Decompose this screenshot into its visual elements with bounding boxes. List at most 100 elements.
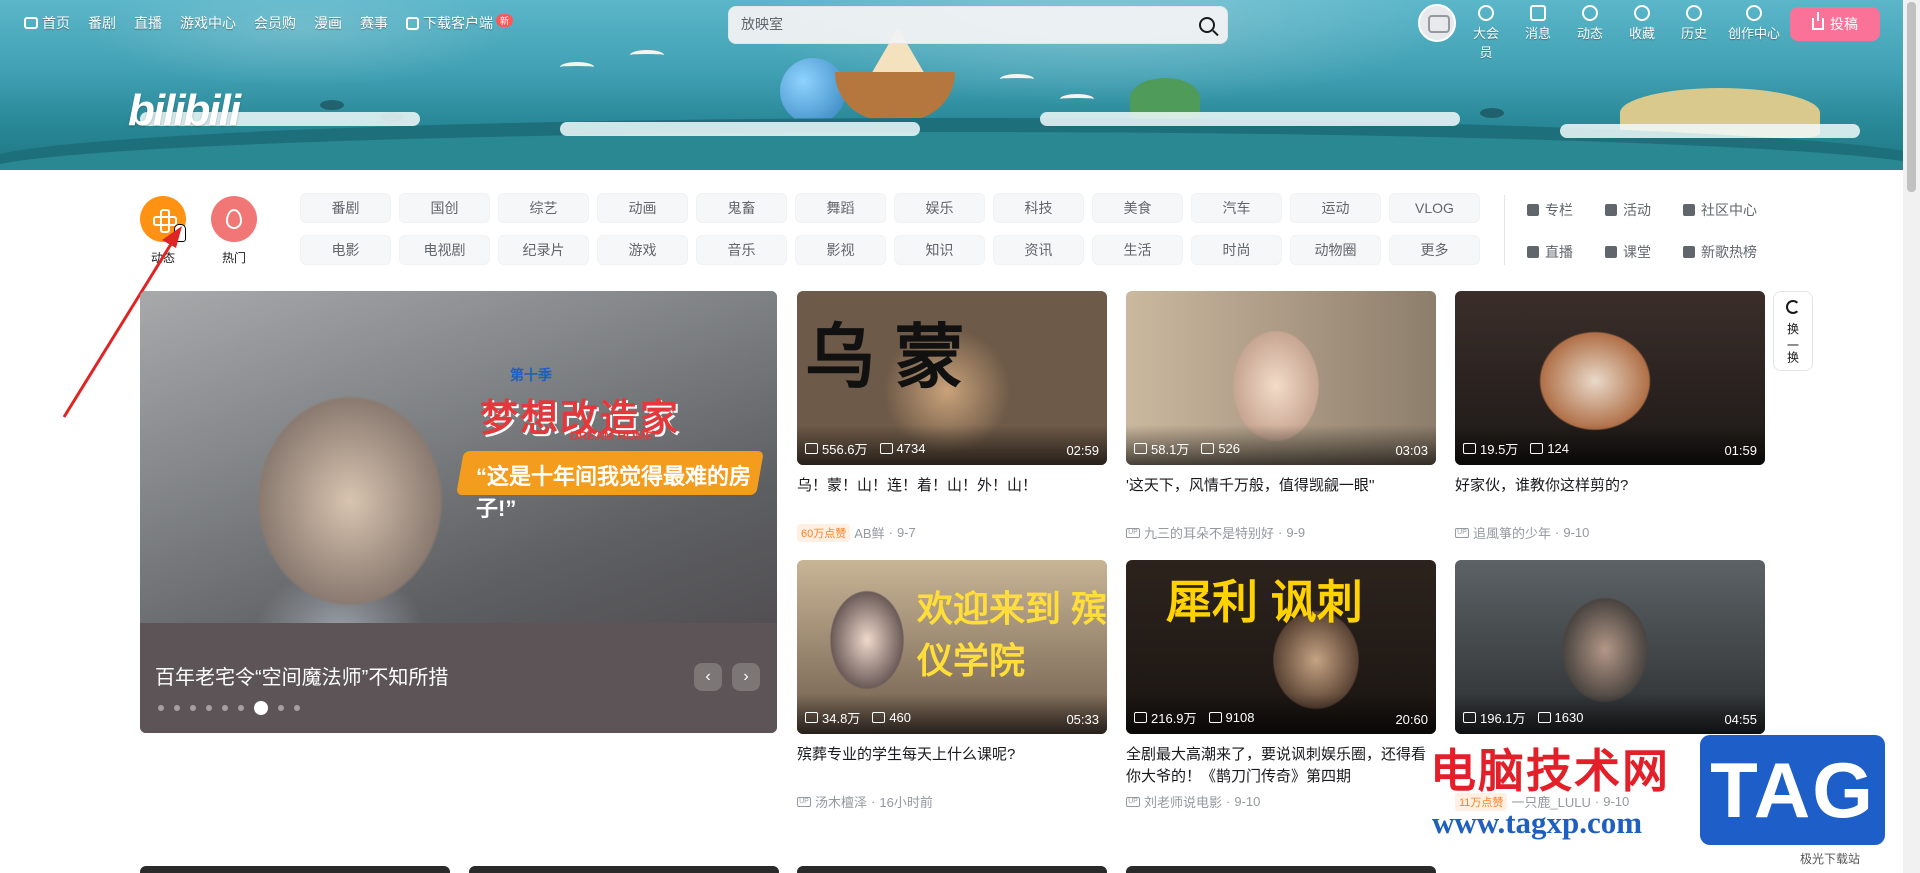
refresh-button[interactable]: 换 一换 <box>1773 291 1813 371</box>
author-name[interactable]: AB鲜 <box>854 523 884 542</box>
scrollbar-thumb[interactable] <box>1907 2 1916 192</box>
channel-chip[interactable]: 科技 <box>993 193 1084 223</box>
nav-game-center[interactable]: 游戏中心 <box>180 13 236 33</box>
author-name[interactable]: 刘老师说电影 <box>1144 792 1222 811</box>
carousel-next-button[interactable]: › <box>732 663 760 691</box>
fish-icon <box>1480 108 1504 118</box>
search-icon[interactable] <box>1199 17 1215 33</box>
video-card-stub <box>1126 866 1436 873</box>
video-title[interactable]: 殡葬专业的学生每天上什么课呢? <box>797 744 1107 788</box>
channel-chip[interactable]: 游戏 <box>597 235 688 265</box>
channel-chip[interactable]: 音乐 <box>696 235 787 265</box>
nav-message[interactable]: 消息 <box>1520 5 1556 61</box>
author-name[interactable]: 九三的耳朵不是特别好 <box>1144 523 1274 542</box>
channel-chip[interactable]: 鬼畜 <box>696 193 787 223</box>
video-title[interactable]: 乌！蒙！山！连！着！山！外！山！ <box>797 475 1107 519</box>
channel-more-button[interactable]: 更多 <box>1389 235 1480 265</box>
carousel-dot[interactable] <box>174 705 180 711</box>
video-card[interactable]: 欢迎来到 殡仪学院 34.8万 460 05:33 殡葬专业的学生每天上什么课呢… <box>797 560 1107 811</box>
link-classroom[interactable]: 课堂 <box>1605 242 1683 262</box>
channel-chip[interactable]: 电影 <box>300 235 391 265</box>
carousel-dot[interactable] <box>206 705 212 711</box>
channel-chip[interactable]: 影视 <box>795 235 886 265</box>
search-input[interactable] <box>741 16 1161 32</box>
banner-carousel[interactable]: 第十季 梦想改造家 DREAM HOME “这是十年间我觉得最难的房子!” 百年… <box>140 291 777 733</box>
nav-history[interactable]: 历史 <box>1676 5 1712 61</box>
channel-chip[interactable]: 知识 <box>894 235 985 265</box>
channel-chip[interactable]: 资讯 <box>993 235 1084 265</box>
carousel-caption[interactable]: 百年老宅令“空间魔法师”不知所措 <box>155 661 448 690</box>
carousel-dot[interactable] <box>158 705 164 711</box>
carousel-dot[interactable] <box>222 705 228 711</box>
channel-chip[interactable]: 动物圈 <box>1290 235 1381 265</box>
bird-icon <box>1000 74 1034 84</box>
carousel-dot[interactable] <box>238 705 244 711</box>
video-card[interactable]: 乌 蒙 556.6万 4734 02:59 乌！蒙！山！连！着！山！外！山！ 6… <box>797 291 1107 542</box>
hot-button[interactable] <box>211 196 257 242</box>
channel-chip[interactable]: 生活 <box>1092 235 1183 265</box>
video-duration: 03:03 <box>1395 443 1428 458</box>
nav-download-client[interactable]: 下载客户端新 <box>406 13 514 33</box>
nav-match[interactable]: 赛事 <box>360 13 388 33</box>
video-card[interactable]: 19.5万 124 01:59 好家伙，谁教你这样剪的? UP 追風箏的少年 ·… <box>1455 291 1765 542</box>
nav-live[interactable]: 直播 <box>134 13 162 33</box>
nav-home[interactable]: 首页 <box>24 13 70 33</box>
nav-vip[interactable]: 大会员 <box>1468 5 1504 61</box>
nav-creator-center[interactable]: 创作中心 <box>1728 5 1780 61</box>
video-thumbnail[interactable]: 犀利 讽刺 216.9万 9108 20:60 <box>1126 560 1436 734</box>
video-thumbnail[interactable]: 19.5万 124 01:59 <box>1455 291 1765 465</box>
video-thumbnail[interactable]: 196.1万 1630 04:55 <box>1455 560 1765 734</box>
author-name[interactable]: 汤木檀泽 <box>815 792 867 811</box>
channel-chip[interactable]: 纪录片 <box>498 235 589 265</box>
danmaku-count: 4734 <box>896 441 926 456</box>
channel-chip[interactable]: VLOG <box>1389 193 1480 223</box>
link-activity[interactable]: 活动 <box>1605 200 1683 220</box>
channel-chip[interactable]: 娱乐 <box>894 193 985 223</box>
channel-chip[interactable]: 汽车 <box>1191 193 1282 223</box>
video-card[interactable]: 58.1万 526 03:03 '这天下，风情千万般，值得觊觎一眼'' UP 九… <box>1126 291 1436 542</box>
page-scrollbar[interactable] <box>1903 0 1920 873</box>
channel-chip[interactable]: 国创 <box>399 193 490 223</box>
video-thumbnail[interactable]: 欢迎来到 殡仪学院 34.8万 460 05:33 <box>797 560 1107 734</box>
nav-mall[interactable]: 会员购 <box>254 13 296 33</box>
carousel-dot[interactable] <box>294 705 300 711</box>
video-title[interactable]: '这天下，风情千万般，值得觊觎一眼'' <box>1126 475 1436 519</box>
link-column[interactable]: 专栏 <box>1527 200 1605 220</box>
carousel-dot[interactable] <box>254 701 268 715</box>
nav-bangumi[interactable]: 番剧 <box>88 13 116 33</box>
view-count: 196.1万 <box>1480 711 1526 726</box>
channel-chip[interactable]: 番剧 <box>300 193 391 223</box>
link-community-center[interactable]: 社区中心 <box>1683 200 1783 220</box>
link-new-songs-chart[interactable]: 新歌热榜 <box>1683 242 1783 262</box>
up-icon: UP <box>1126 796 1140 807</box>
nav-favorites[interactable]: 收藏 <box>1624 5 1660 61</box>
channel-chip[interactable]: 电视剧 <box>399 235 490 265</box>
up-icon: UP <box>1455 527 1469 538</box>
cover-text: 犀利 讽刺 <box>1166 576 1363 628</box>
nav-dynamic[interactable]: 动态 <box>1572 5 1608 61</box>
video-card[interactable]: 犀利 讽刺 216.9万 9108 20:60 全剧最大高潮来了，要说讽刺娱乐圈… <box>1126 560 1436 811</box>
channel-chip[interactable]: 时尚 <box>1191 235 1282 265</box>
video-title[interactable]: 全剧最大高潮来了，要说讽刺娱乐圈，还得看你大爷的！《鹊刀门传奇》第四期 <box>1126 744 1436 788</box>
user-avatar[interactable] <box>1418 4 1456 42</box>
author-name[interactable]: 追風箏的少年 <box>1473 523 1551 542</box>
channel-chip[interactable]: 动画 <box>597 193 688 223</box>
video-thumbnail[interactable]: 58.1万 526 03:03 <box>1126 291 1436 465</box>
video-thumbnail[interactable]: 乌 蒙 556.6万 4734 02:59 <box>797 291 1107 465</box>
upload-button[interactable]: 投稿 <box>1790 7 1880 41</box>
video-title[interactable]: 好家伙，谁教你这样剪的? <box>1455 475 1765 519</box>
carousel-prev-button[interactable]: ‹ <box>694 663 722 691</box>
carousel-dot[interactable] <box>278 705 284 711</box>
channel-chip[interactable]: 舞蹈 <box>795 193 886 223</box>
video-duration: 05:33 <box>1066 712 1099 727</box>
live-icon <box>1527 246 1539 258</box>
link-live[interactable]: 直播 <box>1527 242 1605 262</box>
nav-manga[interactable]: 漫画 <box>314 13 342 33</box>
channel-chip[interactable]: 综艺 <box>498 193 589 223</box>
bilibili-logo[interactable]: bilibili <box>128 86 241 136</box>
channel-chip[interactable]: 运动 <box>1290 193 1381 223</box>
channel-chip[interactable]: 美食 <box>1092 193 1183 223</box>
cover-text: 乌 蒙 <box>805 318 965 396</box>
carousel-dot[interactable] <box>190 705 196 711</box>
meta-separator: · <box>1555 525 1560 540</box>
